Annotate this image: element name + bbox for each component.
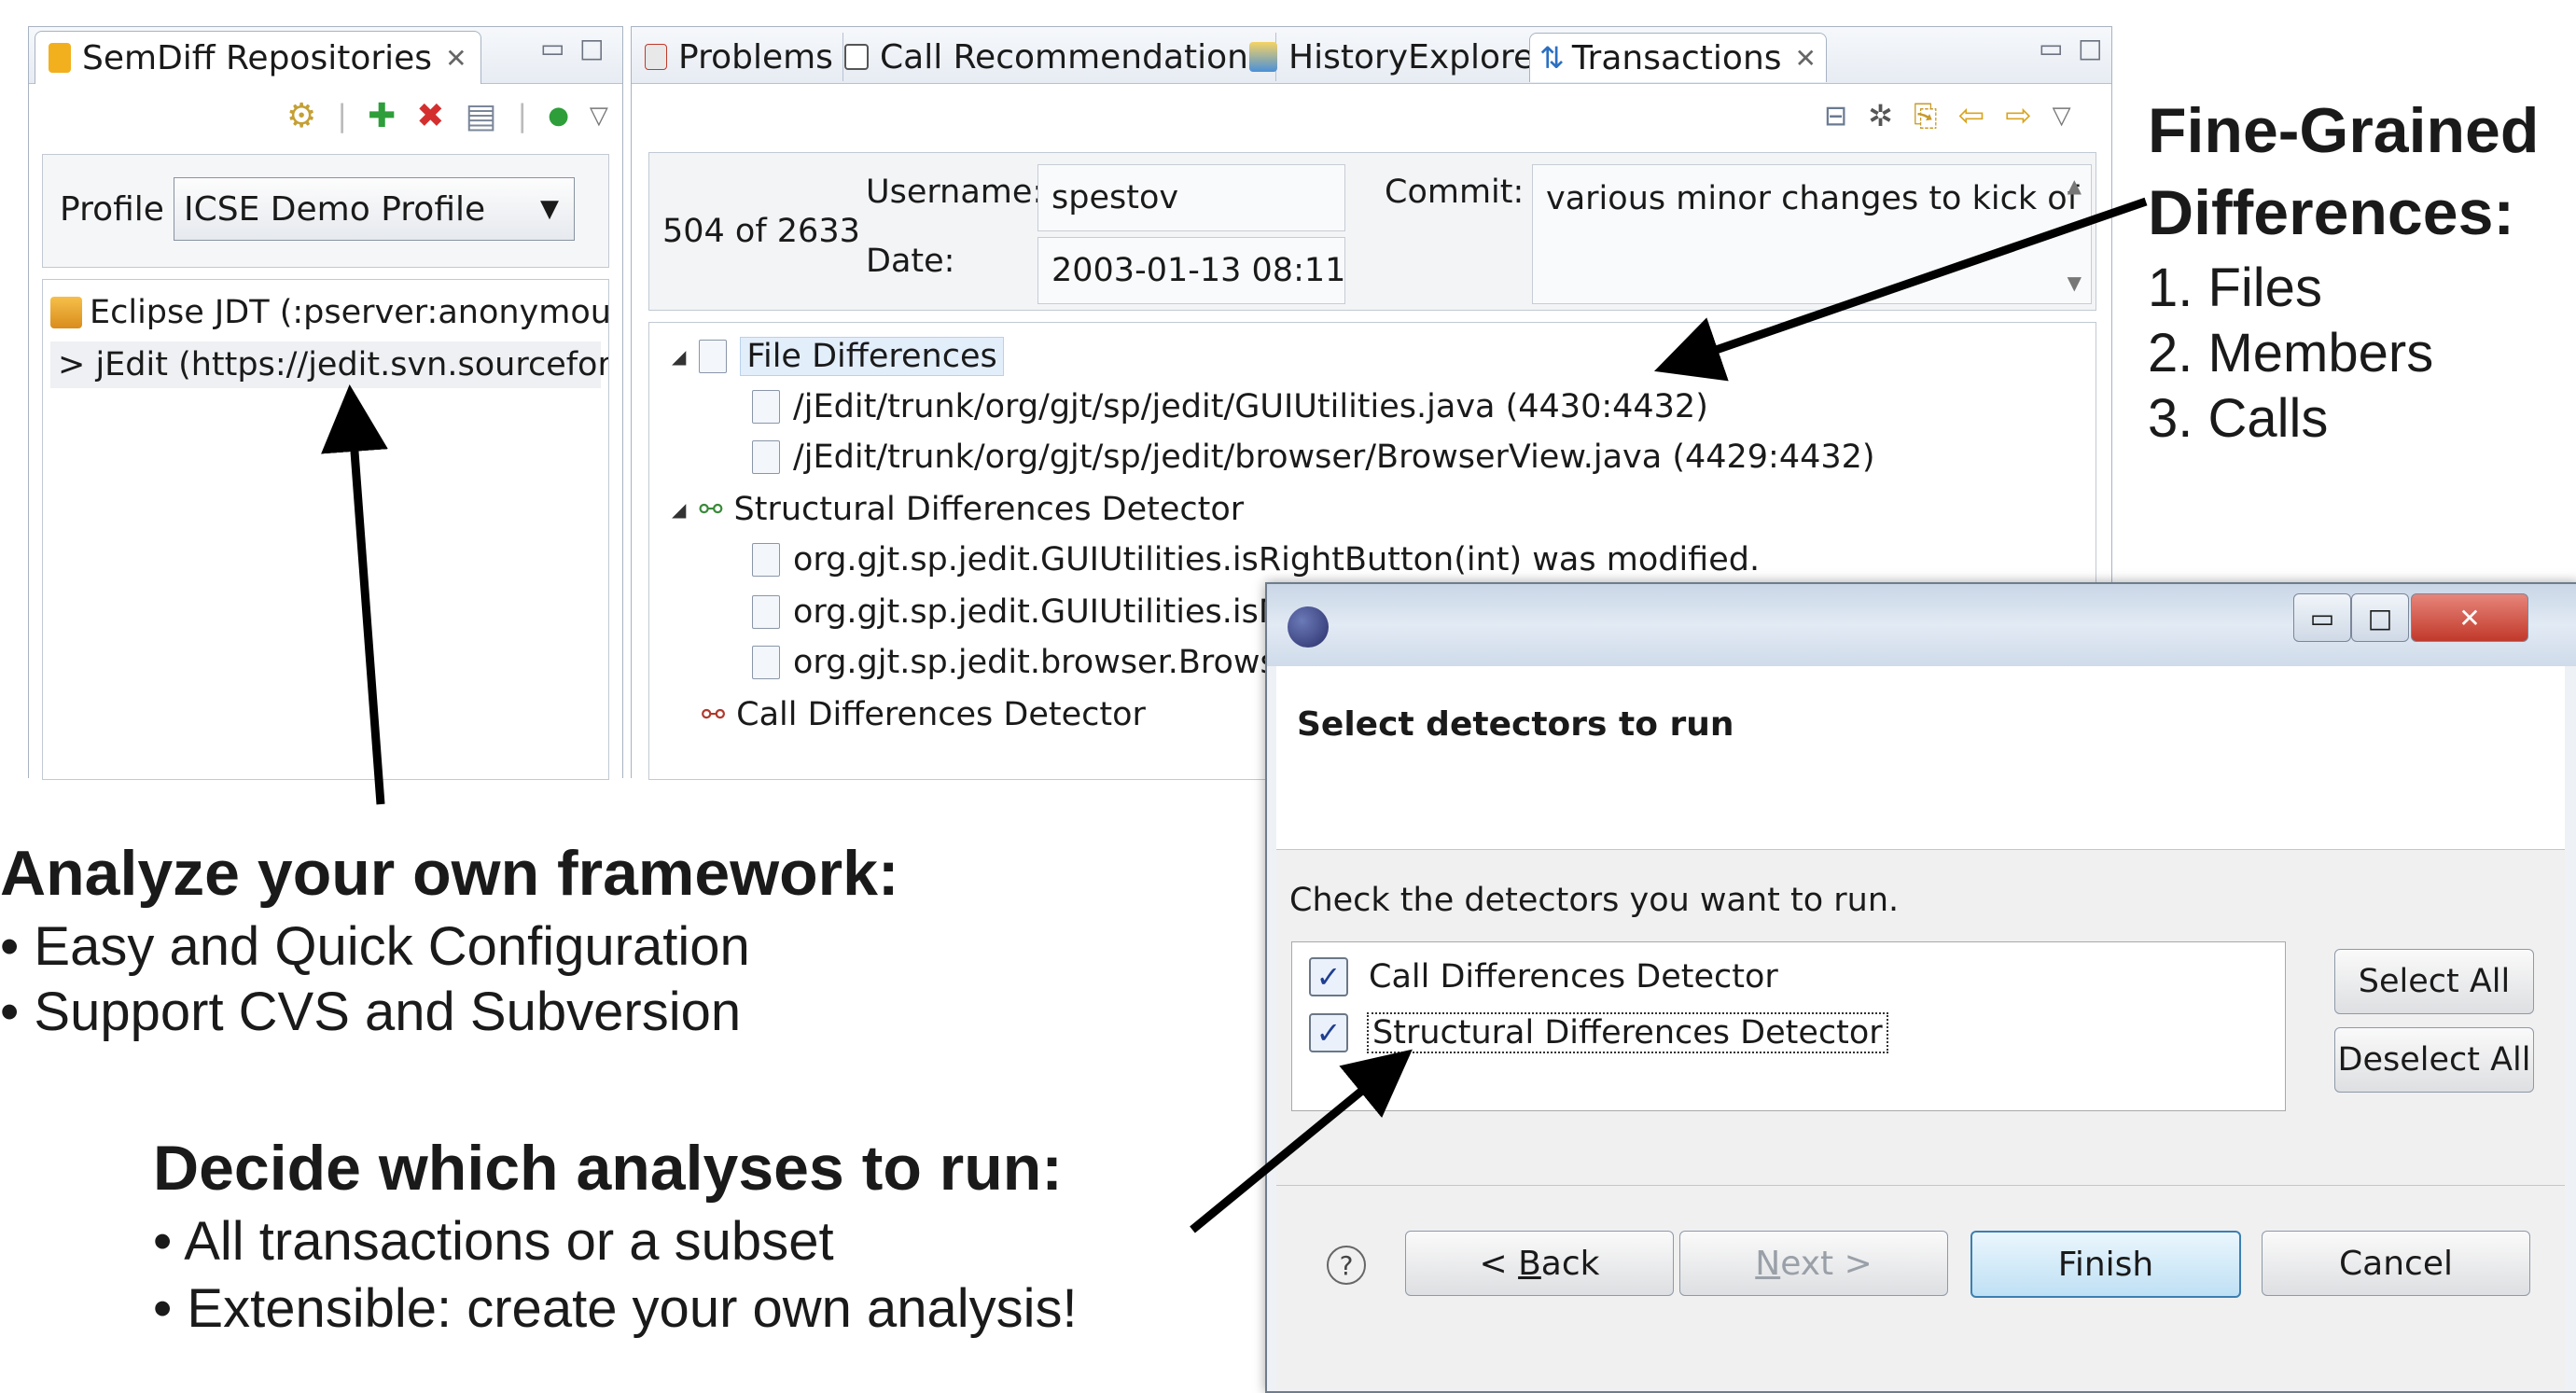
annotation-arrows [321,197,2148,1233]
arrow-to-repository [321,384,388,805]
arrow-to-detectors [1190,1049,1413,1233]
arrow-to-file-differences [1653,197,2148,382]
